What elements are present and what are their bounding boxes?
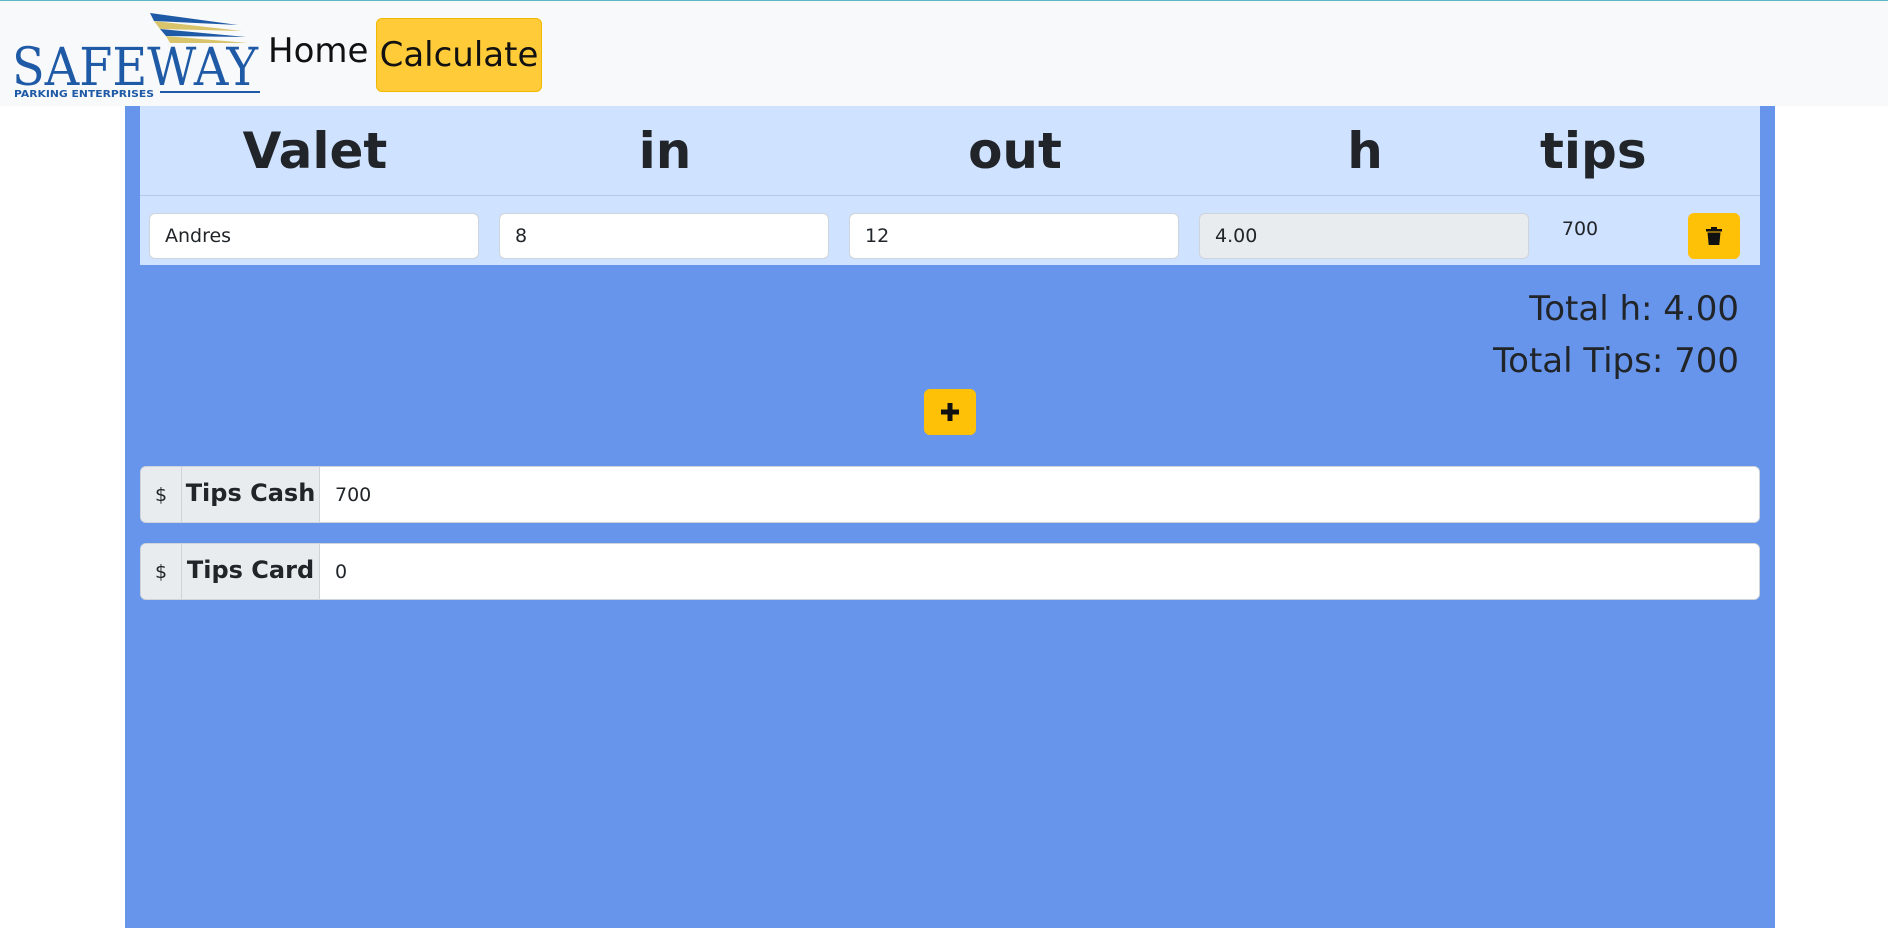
trash-icon — [1706, 227, 1722, 245]
tips-cash-label: Tips Cash — [182, 467, 320, 522]
header-tips: tips — [1540, 122, 1647, 180]
header-hours: h — [1347, 122, 1383, 180]
tips-cash-group: $ Tips Cash — [140, 466, 1760, 523]
time-in-input[interactable] — [499, 213, 829, 259]
nav-calculate-button[interactable]: Calculate — [376, 18, 542, 92]
header-out: out — [968, 122, 1062, 180]
header-valet: Valet — [242, 122, 388, 180]
total-hours: Total h: 4.00 — [1529, 289, 1739, 329]
row-tips-value: 700 — [1561, 218, 1599, 240]
safeway-logo[interactable]: SAFEWAY PARKING ENTERPRISES — [10, 9, 262, 100]
tips-cash-input[interactable] — [320, 467, 1759, 522]
table-row: 700 — [140, 197, 1760, 265]
nav-home-link[interactable]: Home — [268, 27, 368, 75]
valet-name-input[interactable] — [149, 213, 479, 259]
currency-addon: $ — [141, 544, 182, 599]
header-in: in — [638, 122, 692, 180]
valet-table: Valet in out h tips 700 — [140, 106, 1760, 265]
logo-subtext: PARKING ENTERPRISES — [14, 89, 154, 99]
time-out-input[interactable] — [849, 213, 1179, 259]
navbar: SAFEWAY PARKING ENTERPRISES Home Calcula… — [0, 0, 1888, 106]
table-header: Valet in out h tips — [140, 106, 1760, 196]
add-row-button[interactable] — [924, 389, 976, 435]
delete-row-button[interactable] — [1688, 213, 1740, 259]
calculator-panel: Valet in out h tips 700 Total h: 4.00 To… — [125, 106, 1775, 928]
logo-graphic: SAFEWAY PARKING ENTERPRISES — [12, 13, 260, 100]
plus-icon — [941, 403, 959, 421]
total-tips: Total Tips: 700 — [1493, 341, 1739, 381]
currency-addon: $ — [141, 467, 182, 522]
tips-card-group: $ Tips Card — [140, 543, 1760, 600]
tips-card-input[interactable] — [320, 544, 1759, 599]
tips-card-label: Tips Card — [182, 544, 320, 599]
hours-readonly-field — [1199, 213, 1529, 259]
